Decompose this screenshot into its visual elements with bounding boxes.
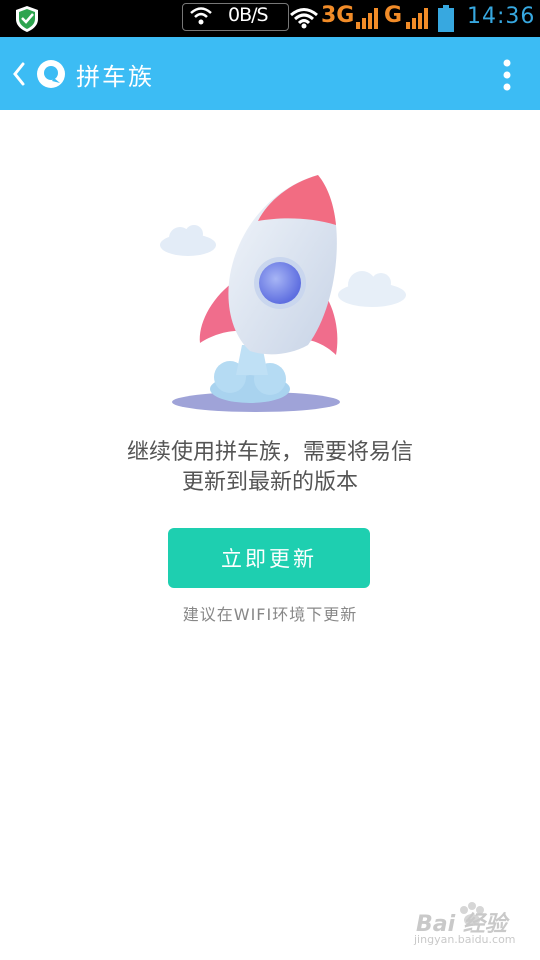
network-type-1: 3G bbox=[321, 3, 355, 28]
update-now-button[interactable]: 立即更新 bbox=[168, 528, 370, 588]
signal-icon-2 bbox=[406, 8, 428, 29]
signal-icon-1 bbox=[356, 8, 378, 29]
shield-icon bbox=[16, 6, 38, 32]
back-icon[interactable] bbox=[10, 61, 28, 87]
more-options-icon[interactable] bbox=[495, 57, 519, 93]
network-type-2: G bbox=[384, 3, 403, 28]
status-bar: 0B/S 3G G 14:36 bbox=[0, 0, 540, 37]
rocket-illustration bbox=[160, 175, 406, 412]
network-speed: 0B/S bbox=[228, 4, 269, 26]
app-bar: 拼车族 bbox=[0, 37, 540, 110]
message-line-1: 继续使用拼车族，需要将易信 bbox=[126, 440, 413, 465]
wifi-icon bbox=[290, 8, 318, 29]
wifi-small-icon bbox=[190, 7, 212, 25]
yixin-logo-icon bbox=[37, 60, 65, 88]
clock: 14:36 bbox=[467, 4, 536, 29]
update-message: 继续使用拼车族，需要将易信 更新到最新的版本 bbox=[60, 438, 480, 498]
watermark-url: jingyan.baidu.com bbox=[414, 933, 516, 946]
page-title: 拼车族 bbox=[76, 63, 154, 91]
message-line-2: 更新到最新的版本 bbox=[181, 470, 358, 495]
wifi-hint: 建议在WIFI环境下更新 bbox=[182, 605, 358, 624]
battery-icon bbox=[438, 5, 454, 32]
